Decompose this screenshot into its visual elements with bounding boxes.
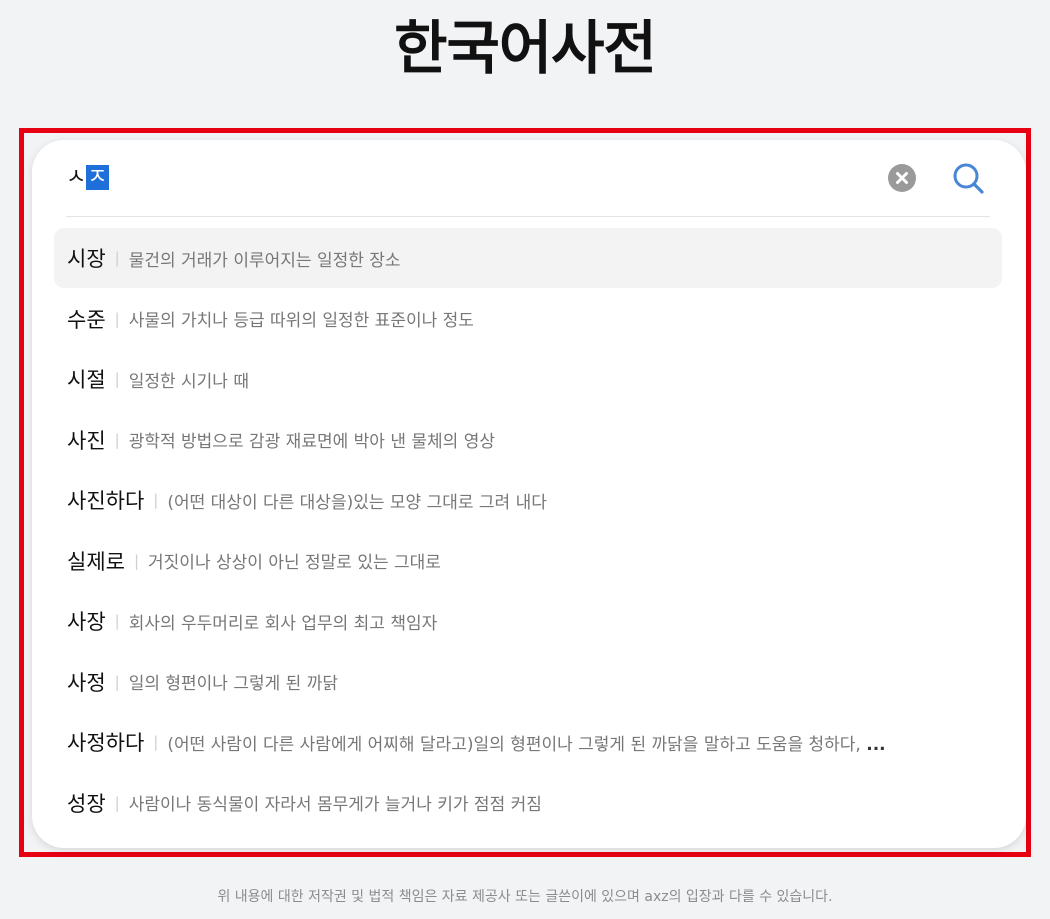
suggestion-item-7[interactable]: 사장 | 회사의 우두머리로 회사 업무의 최고 책임자 [54, 591, 1002, 651]
suggestion-definition: 일의 형편이나 그렇게 된 까닭 [128, 674, 338, 694]
suggestion-definition: (어떤 사람이 다른 사람에게 어찌해 달라고)일의 형편이나 그렇게 된 까닭… [167, 730, 1002, 755]
suggestion-item-9[interactable]: 사정하다 | (어떤 사람이 다른 사람에게 어찌해 달라고)일의 형편이나 그… [54, 712, 1002, 772]
copyright-notice: 위 내용에 대한 저작권 및 법적 책임은 자료 제공사 또는 글쓴이에 있으며… [217, 889, 833, 905]
suggestion-word: 시장 [67, 247, 106, 271]
suggestion-definition: 일정한 시기나 때 [128, 371, 249, 392]
suggestion-word: 수준 [67, 307, 106, 332]
suggestion-separator: | [114, 430, 120, 449]
suggestion-item-5[interactable]: 사진하다 | (어떤 대상이 다른 대상을)있는 모양 그대로 그려 내다 [54, 470, 1002, 530]
search-panel: ㅅㅈ 시장 | 물건의 거래가 이루어지는 일정한 장소 수준 | 사물의 가치… [32, 140, 1026, 848]
clear-button[interactable] [888, 164, 916, 192]
suggestion-item-3[interactable]: 시절 | 일정한 시기나 때 [54, 349, 1002, 409]
suggestion-word: 사정 [67, 670, 106, 695]
suggestion-item-10[interactable]: 성장 | 사람이나 동식물이 자라서 몸무게가 늘거나 키가 점점 커짐 [54, 773, 1002, 833]
suggestion-list: 시장 | 물건의 거래가 이루어지는 일정한 장소 수준 | 사물의 가치나 등… [54, 228, 1002, 833]
suggestion-definition: 회사의 우두머리로 회사 업무의 최고 책임자 [128, 613, 438, 634]
suggestion-definition: 사물의 가치나 등급 따위의 일정한 표준이나 정도 [128, 311, 474, 331]
page-title: 한국어사전 [394, 14, 657, 82]
magnifier-icon [953, 163, 984, 194]
suggestion-definition: 거짓이나 상상이 아닌 정말로 있는 그대로 [148, 553, 441, 573]
suggestion-definition: 물건의 거래가 이루어지는 일정한 장소 [128, 250, 401, 271]
suggestion-separator: | [153, 733, 159, 751]
search-bar: ㅅㅈ [66, 140, 990, 217]
suggestion-definition-text: (어떤 사람이 다른 사람에게 어찌해 달라고)일의 형편이나 그렇게 된 까닭… [167, 734, 861, 755]
search-composing-text: ㅈ [86, 165, 109, 190]
suggestion-word: 사진하다 [67, 489, 145, 513]
suggestion-separator: | [153, 491, 159, 509]
suggestion-word: 실제로 [67, 549, 125, 574]
suggestion-separator: | [133, 551, 140, 570]
suggestion-definition: 광학적 방법으로 감광 재료면에 박아 낸 물체의 영상 [128, 432, 495, 452]
suggestion-separator: | [114, 612, 120, 630]
suggestion-separator: | [114, 309, 120, 328]
search-button[interactable] [950, 160, 988, 198]
suggestion-word: 시절 [67, 368, 106, 392]
suggestion-item-2[interactable]: 수준 | 사물의 가치나 등급 따위의 일정한 표준이나 정도 [54, 289, 1002, 349]
search-input[interactable]: ㅅㅈ [66, 162, 109, 194]
suggestion-separator: | [114, 793, 120, 812]
suggestion-definition: 사람이나 동식물이 자라서 몸무게가 늘거나 키가 점점 커짐 [128, 795, 542, 815]
suggestion-word: 사장 [67, 610, 106, 634]
suggestion-separator: | [114, 249, 120, 267]
suggestion-item-6[interactable]: 실제로 | 거짓이나 상상이 아닌 정말로 있는 그대로 [54, 531, 1002, 591]
circle-x-icon [896, 172, 908, 184]
suggestion-word: 사진 [67, 428, 106, 453]
suggestion-item-1[interactable]: 시장 | 물건의 거래가 이루어지는 일정한 장소 [54, 228, 1002, 288]
suggestion-item-8[interactable]: 사정 | 일의 형편이나 그렇게 된 까닭 [54, 652, 1002, 712]
suggestion-separator: | [114, 672, 120, 691]
suggestion-word: 성장 [67, 791, 106, 816]
truncation-ellipsis: ... [866, 734, 886, 755]
search-committed-text: ㅅ [66, 165, 87, 190]
suggestion-word: 사정하다 [67, 731, 145, 755]
suggestion-separator: | [114, 370, 120, 388]
suggestion-definition: (어떤 대상이 다른 대상을)있는 모양 그대로 그려 내다 [167, 492, 547, 513]
suggestion-item-4[interactable]: 사진 | 광학적 방법으로 감광 재료면에 박아 낸 물체의 영상 [54, 410, 1002, 470]
